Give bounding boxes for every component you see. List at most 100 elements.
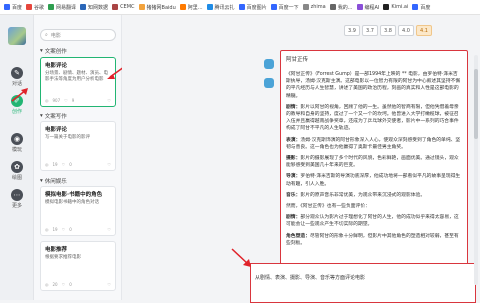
bookmark-label: 知网数据: [88, 4, 109, 11]
avatar[interactable]: [8, 27, 26, 45]
bookmark-item[interactable]: 谷歌: [26, 4, 44, 11]
bookmark-item[interactable]: 百度一下: [270, 4, 299, 11]
answer-paragraph: 导演：罗伯特·泽米吉斯的导演功底深厚，他成功地将一部看似平凡的故事呈现得生动有趣…: [286, 174, 461, 187]
bookmark-icon: [80, 4, 87, 10]
bookmark-label: 我的...: [337, 4, 353, 11]
nav-item-paint[interactable]: ✿ 绘图: [0, 161, 34, 181]
search-input[interactable]: ⌕ 电影: [40, 29, 116, 41]
chat-input-text: 从剧情、表演、摄影、导演、音乐等方面评论电影: [255, 275, 366, 281]
more-icon: ⋯: [11, 189, 23, 201]
bookmark-item[interactable]: 百度: [412, 4, 430, 11]
card-desc: 写一篇关于电影的影评: [45, 135, 90, 140]
bookmark-icon: [329, 4, 336, 10]
paint-icon: ✿: [11, 161, 23, 173]
bookmark-item[interactable]: 网易翻译: [48, 4, 76, 11]
tab-version[interactable]: 3.9: [344, 25, 360, 36]
version-tabs: 3.9 3.7 3.8 4.0 4.1: [344, 25, 432, 36]
bookmark-icon: [356, 4, 363, 10]
favorite-icon[interactable]: ♡: [107, 227, 111, 232]
bookmark-item[interactable]: CEMC: [112, 4, 135, 10]
nav-label: 模玩: [11, 147, 22, 153]
tab-version[interactable]: 4.0: [398, 25, 414, 36]
card-title: 电影推荐: [45, 247, 68, 253]
bookmark-icon: [302, 4, 309, 10]
prompt-card[interactable]: 模拟电影·书籍中的角色 模拟电影书籍中的角色对话 ◎ 19 ♡ 0 ♡: [40, 186, 116, 236]
bookmark-label: 阿里...: [187, 4, 203, 11]
card-desc: 根据要求推荐电影: [45, 255, 81, 260]
prompt-card[interactable]: 电影推荐 根据要求推荐电影 ◎ 20 ♡ 0 ♡: [40, 241, 116, 291]
bot-avatar-icon: [264, 78, 274, 88]
bookmark-item[interactable]: 编程AI: [356, 4, 379, 11]
bookmark-item[interactable]: 腾讯云扎: [206, 4, 235, 11]
chat-icon: ✎: [11, 67, 23, 79]
bookmark-item[interactable]: 知网数据: [80, 4, 108, 11]
like-icon: ♡: [64, 98, 68, 103]
model-icon: ◉: [11, 133, 23, 145]
user-avatar-icon: [264, 59, 274, 69]
view-icon: ◎: [45, 98, 49, 103]
bookmark-label: zhima: [310, 4, 326, 10]
favorite-icon[interactable]: ♡: [107, 98, 111, 103]
chat-main: 3.9 3.7 3.8 4.0 4.1 阿甘正传 《阿甘正传》（Forrest …: [122, 15, 480, 303]
bookmark-item[interactable]: 猪猪网Baidu: [138, 4, 176, 11]
bookmark-icon: [179, 4, 186, 10]
chat-input[interactable]: 从剧情、表演、摄影、导演、音乐等方面评论电影: [250, 263, 476, 303]
annotation-arrow: [231, 248, 251, 267]
section-title: ▾ 休闲娱乐: [40, 178, 67, 185]
bookmark-icon: [412, 4, 419, 10]
like-icon: ♡: [61, 227, 66, 232]
answer-paragraph: 音乐：影片的原声音乐非常优美，为观众带来沉浸式的观影体验。: [286, 192, 426, 198]
card-meta: ◎ 19 ♡ 0 ♡: [45, 162, 111, 167]
bookmark-label: 腾讯云扎: [214, 4, 235, 11]
favorite-icon[interactable]: ♡: [107, 282, 111, 287]
view-icon: ◎: [45, 282, 49, 287]
like-icon: ♡: [61, 282, 66, 287]
card-meta: ◎ 907 ♡ 9 ♡: [45, 98, 111, 103]
bookmark-icon: [270, 4, 277, 10]
favorite-icon[interactable]: ♡: [107, 162, 111, 167]
answer-paragraph: 摄影：影片的摄影展现了多个时代的风貌，色彩鲜艳，画面优美。通过镜头，观众能够感受…: [286, 156, 459, 169]
prompt-card[interactable]: 电影评论 写一篇关于电影的影评 ◎ 19 ♡ 0 ♡: [40, 121, 116, 171]
bookmark-label: 百度一下: [278, 4, 299, 11]
bookmark-item[interactable]: zhima: [302, 4, 326, 10]
answer-paragraph: 剧情：部分观众认为影片过于理想化了阿甘的人生，他的成功似乎来得太容易，这可能会让…: [286, 215, 459, 228]
search-value: 电影: [50, 32, 61, 39]
bookmark-icon: [26, 4, 33, 10]
bookmark-item[interactable]: Kimi.ai: [383, 4, 408, 10]
answer-paragraph: 然而，《阿甘正传》也有一些负面评价：: [286, 204, 370, 210]
bookmark-icon: [48, 4, 55, 10]
card-desc: 模拟电影书籍中的角色对话: [45, 200, 99, 205]
card-title: 电影评论: [45, 127, 68, 133]
nav-item-model[interactable]: ◉ 模玩: [0, 133, 34, 153]
bookmark-label: 谷歌: [34, 4, 45, 11]
tab-version[interactable]: 3.7: [362, 25, 378, 36]
bookmark-label: Kimi.ai: [391, 4, 409, 10]
bookmark-item[interactable]: 百度: [4, 4, 22, 11]
chat-answer: 阿甘正传 《阿甘正传》（Forrest Gump）是一部1994年上映的 ** …: [280, 50, 468, 278]
nav-item-more[interactable]: ⋯ 更多: [0, 189, 34, 209]
bookmark-icon: [383, 4, 390, 10]
bookmark-item[interactable]: 阿里...: [179, 4, 203, 11]
bookmark-label: CEMC: [120, 4, 135, 10]
card-desc: 分场景、剧情、题材、演员、电影手法等角度为用户分析电影: [45, 71, 108, 82]
bookmark-item[interactable]: 百度图片: [238, 4, 267, 11]
bookmark-label: 网易翻译: [56, 4, 77, 11]
bookmark-item[interactable]: 我的...: [329, 4, 353, 11]
bookmark-label: 猪猪网Baidu: [146, 4, 176, 11]
scrollbar-thumb[interactable]: [474, 69, 478, 139]
tab-version[interactable]: 3.8: [380, 25, 396, 36]
bookmark-icon: [206, 4, 213, 10]
card-title: 模拟电影·书籍中的角色: [45, 192, 103, 198]
card-title: 电影评论: [45, 63, 68, 69]
answer-paragraph: 《阿甘正传》（Forrest Gump）是一部1994年上映的 ** 电影，由罗…: [286, 72, 461, 99]
answer-paragraph: 剧情：影片以阿甘的视角，回顾了他的一生。虽然他的智商有限，但他凭借着母亲的教导和…: [286, 104, 459, 132]
nav-item-chat[interactable]: ✎ 对话: [0, 67, 34, 87]
card-meta: ◎ 19 ♡ 0 ♡: [45, 227, 111, 232]
bookmark-label: 百度: [12, 4, 23, 11]
answer-paragraphs: 《阿甘正传》（Forrest Gump）是一部1994年上映的 ** 电影，由罗…: [286, 71, 462, 247]
section-title: ▾ 文案创作: [40, 48, 67, 55]
scrollbar[interactable]: [474, 55, 478, 285]
bookmark-icon: [138, 4, 145, 10]
bookmark-icon: [4, 4, 10, 10]
tab-version-selected[interactable]: 4.1: [416, 25, 432, 36]
